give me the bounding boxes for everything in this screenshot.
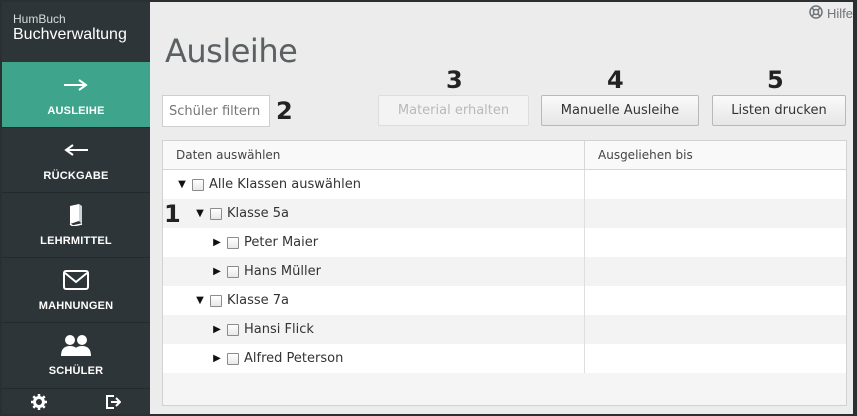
due-cell: [585, 170, 846, 199]
sidebar-item-rueckgabe[interactable]: RÜCKGABE: [2, 127, 150, 192]
due-cell: [585, 199, 846, 228]
due-cell: [585, 344, 846, 373]
due-cell: [585, 228, 846, 257]
sidebar-item-label: SCHÜLER: [48, 365, 104, 377]
table-row: ▶ Hans Müller: [163, 257, 846, 286]
sidebar: HumBuch Buchverwaltung AUSLEIHE RÜCKGABE…: [2, 2, 150, 414]
tree-cell: ▼ Klasse 5a: [163, 199, 585, 228]
expand-toggle-icon[interactable]: ▼: [176, 179, 188, 190]
table-row: ▶ Peter Maier: [163, 228, 846, 257]
expand-toggle-icon[interactable]: ▼: [194, 295, 206, 306]
table-row: ▼ Alle Klassen auswählen: [163, 170, 846, 199]
sidebar-item-lehrmittel[interactable]: LEHRMITTEL: [2, 192, 150, 257]
arrow-right-icon: [63, 73, 89, 97]
sidebar-item-ausleihe[interactable]: AUSLEIHE: [2, 62, 150, 127]
row-label: Klasse 7a: [227, 293, 290, 308]
logout-icon[interactable]: [76, 389, 150, 414]
arrow-left-icon: [63, 138, 89, 162]
sidebar-item-label: RÜCKGABE: [43, 170, 109, 182]
marker-5: 5: [767, 66, 784, 94]
print-lists-button[interactable]: Listen drucken: [712, 95, 846, 126]
brand-main: Buchverwaltung: [13, 26, 127, 43]
marker-1: 1: [164, 200, 181, 228]
loan-table: Daten auswählen Ausgeliehen bis ▼ Alle K…: [162, 140, 847, 406]
help-label: Hilfe: [826, 6, 853, 21]
brand: HumBuch Buchverwaltung: [2, 2, 150, 62]
main-content: Hilfe Ausleihe 2 Material erhalten Manue…: [150, 2, 853, 414]
column-header-select[interactable]: Daten auswählen: [163, 141, 585, 169]
brand-top: HumBuch: [13, 12, 66, 26]
due-cell: [585, 286, 846, 315]
expand-toggle-icon[interactable]: ▼: [194, 208, 206, 219]
lifebuoy-icon: [809, 5, 823, 22]
row-checkbox[interactable]: [227, 236, 239, 249]
due-cell: [585, 257, 846, 286]
row-checkbox[interactable]: [227, 323, 239, 336]
row-label: Peter Maier: [244, 235, 319, 250]
tree-cell: ▼ Klasse 7a: [163, 286, 585, 315]
row-checkbox[interactable]: [192, 178, 204, 191]
page-title: Ausleihe: [165, 32, 298, 70]
table-row: ▶ Hansi Flick: [163, 315, 846, 344]
envelope-icon: [63, 268, 89, 292]
tree-cell: ▼ Alle Klassen auswählen: [163, 170, 585, 199]
sidebar-item-schueler[interactable]: SCHÜLER: [2, 322, 150, 387]
row-label: Hansi Flick: [244, 322, 314, 337]
sidebar-item-label: AUSLEIHE: [47, 105, 105, 117]
table-row: ▼ Klasse 5a: [163, 199, 846, 228]
table-row: ▼ Klasse 7a: [163, 286, 846, 315]
sidebar-item-mahnungen[interactable]: MAHNUNGEN: [2, 257, 150, 322]
marker-3: 3: [446, 66, 463, 94]
due-cell: [585, 315, 846, 344]
expand-toggle-icon[interactable]: ▶: [211, 353, 223, 364]
book-icon: [67, 203, 85, 227]
table-body: ▼ Alle Klassen auswählen ▼ Klasse 5a ▶ P…: [163, 170, 846, 373]
row-label: Hans Müller: [244, 264, 321, 279]
tree-cell: ▶ Peter Maier: [163, 228, 585, 257]
table-row: ▶ Alfred Peterson: [163, 344, 846, 373]
marker-2: 2: [276, 97, 293, 125]
tree-cell: ▶ Hans Müller: [163, 257, 585, 286]
users-icon: [59, 333, 93, 357]
expand-toggle-icon[interactable]: ▶: [211, 237, 223, 248]
tree-cell: ▶ Hansi Flick: [163, 315, 585, 344]
sidebar-bottom: [2, 388, 150, 414]
student-filter-input[interactable]: [162, 95, 270, 127]
expand-toggle-icon[interactable]: ▶: [211, 324, 223, 335]
row-label: Alfred Peterson: [244, 351, 344, 366]
manual-loan-button[interactable]: Manuelle Ausleihe: [541, 95, 699, 126]
marker-4: 4: [607, 66, 624, 94]
row-checkbox[interactable]: [210, 207, 222, 220]
expand-toggle-icon[interactable]: ▶: [211, 266, 223, 277]
row-label: Klasse 5a: [227, 206, 290, 221]
help-link[interactable]: Hilfe: [809, 5, 853, 22]
tree-cell: ▶ Alfred Peterson: [163, 344, 585, 373]
row-checkbox[interactable]: [210, 294, 222, 307]
sidebar-item-label: LEHRMITTEL: [40, 235, 112, 247]
row-checkbox[interactable]: [227, 265, 239, 278]
row-checkbox[interactable]: [227, 352, 239, 365]
sidebar-item-label: MAHNUNGEN: [38, 300, 114, 312]
gear-icon[interactable]: [2, 389, 76, 414]
table-header: Daten auswählen Ausgeliehen bis: [163, 141, 846, 170]
column-header-due[interactable]: Ausgeliehen bis: [585, 141, 693, 169]
material-received-button[interactable]: Material erhalten: [378, 95, 529, 126]
row-label: Alle Klassen auswählen: [209, 177, 361, 192]
